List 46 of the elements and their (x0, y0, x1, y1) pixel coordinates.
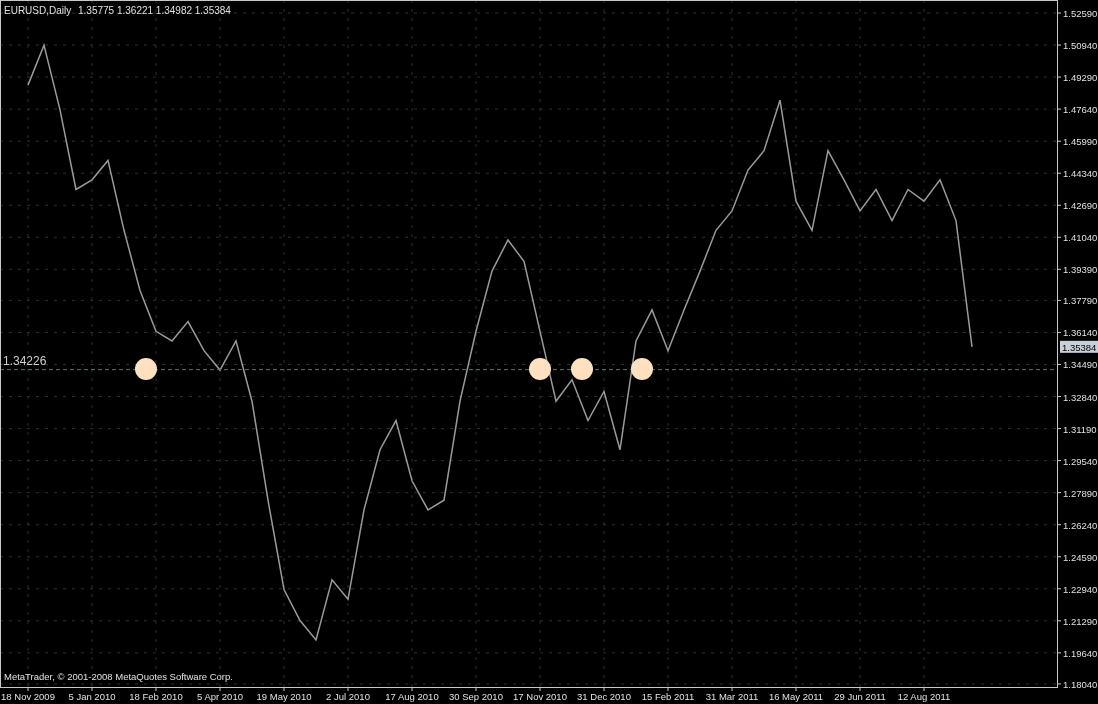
date-axis-label: 29 Jun 2011 (834, 691, 886, 702)
circle-marker (631, 358, 653, 380)
circle-marker (529, 358, 551, 380)
price-axis-label: 1.41040 (1063, 232, 1098, 244)
date-axis-label: 2 Jul 2010 (326, 691, 370, 702)
price-axis-label: 1.32840 (1063, 391, 1098, 403)
price-axis-label: 1.34490 (1063, 359, 1098, 371)
circle-marker (135, 358, 157, 380)
price-axis-label: 1.19640 (1063, 647, 1098, 659)
price-axis-label: 1.37790 (1063, 295, 1098, 307)
price-axis-label: 1.44340 (1063, 168, 1098, 180)
date-axis-label: 16 May 2011 (768, 691, 824, 702)
date-axis-label: 18 Feb 2010 (129, 691, 183, 702)
current-price-label: 1.35384 (1062, 341, 1097, 353)
date-axis-label: 18 Nov 2009 (1, 691, 55, 702)
circle-marker (571, 358, 593, 380)
price-axis-label: 1.18040 (1063, 678, 1098, 690)
price-axis-label: 1.52590 (1063, 8, 1098, 19)
copyright-text: MetaTrader, © 2001-2008 MetaQuotes Software Corp. (4, 671, 233, 682)
price-axis-label: 1.47640 (1063, 104, 1098, 116)
price-axis-label: 1.22940 (1063, 583, 1098, 595)
price-axis-label: 1.29540 (1063, 455, 1098, 467)
date-axis-label: 19 May 2010 (256, 691, 312, 702)
price-axis-label: 1.24590 (1063, 551, 1098, 563)
date-axis-label: 17 Nov 2010 (513, 691, 567, 702)
price-axis-label: 1.42690 (1063, 200, 1098, 212)
level-label: 1.34226 (3, 353, 47, 368)
date-axis-label: 5 Apr 2010 (197, 691, 243, 702)
price-axis-label: 1.45990 (1063, 136, 1098, 148)
date-axis-label: 30 Sep 2010 (449, 691, 503, 702)
chart-symbol: EURUSD,Daily (4, 5, 72, 16)
price-axis-label: 1.39390 (1063, 264, 1098, 276)
date-axis-label: 15 Feb 2011 (641, 691, 695, 702)
price-axis-label: 1.49290 (1063, 72, 1098, 84)
ohlc-values: 1.35775 1.36221 1.34982 1.35384 (78, 5, 231, 16)
price-axis-label: 1.36140 (1063, 327, 1098, 339)
price-axis-label: 1.21290 (1063, 615, 1098, 627)
date-axis-label: 12 Aug 2011 (897, 691, 951, 702)
date-axis-label: 31 Dec 2010 (577, 691, 631, 702)
price-axis-label: 1.27890 (1063, 487, 1098, 499)
price-axis-label: 1.50940 (1063, 40, 1098, 52)
date-axis-label: 5 Jan 2010 (68, 691, 116, 702)
date-axis-label: 31 Mar 2011 (705, 691, 759, 702)
price-axis-label: 1.26240 (1063, 519, 1098, 531)
date-axis-label: 17 Aug 2010 (385, 691, 439, 702)
price-axis-label: 1.31190 (1063, 423, 1097, 435)
